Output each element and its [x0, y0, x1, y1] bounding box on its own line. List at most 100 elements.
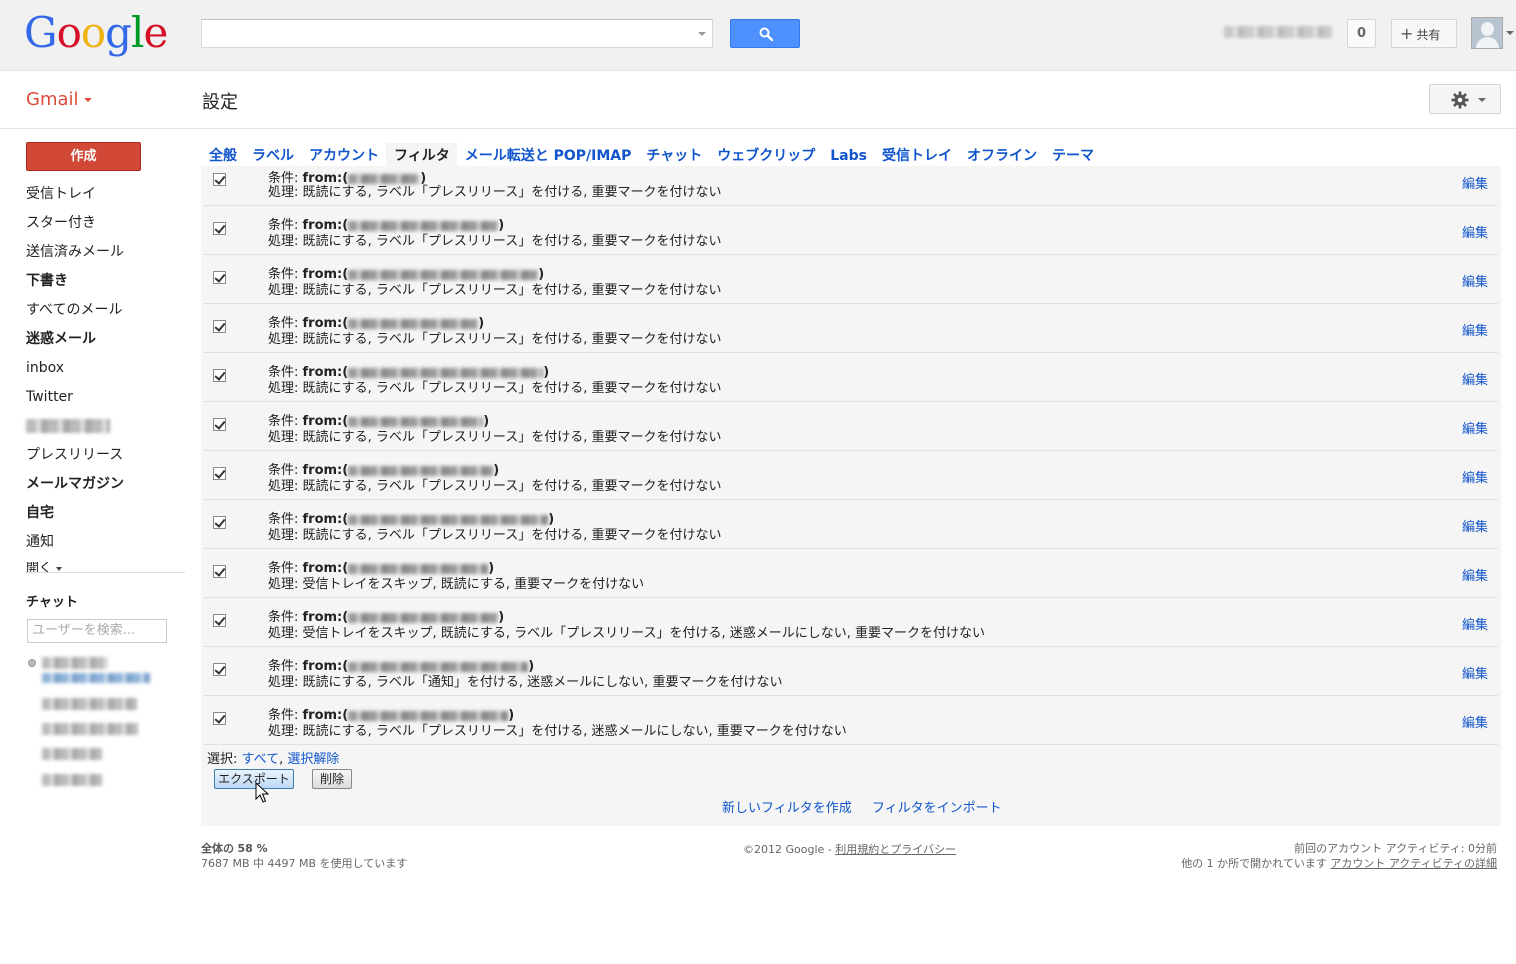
filter-checkbox[interactable] [213, 320, 226, 333]
chat-contact[interactable] [42, 657, 108, 669]
filter-checkbox[interactable] [213, 614, 226, 627]
edit-link[interactable]: 編集 [1462, 320, 1488, 339]
filter-checkbox[interactable] [213, 565, 226, 578]
sidebar-item[interactable]: 通知 [0, 528, 190, 557]
edit-link[interactable]: 編集 [1462, 516, 1488, 535]
filter-checkbox[interactable] [213, 467, 226, 480]
chat-contact[interactable] [42, 723, 138, 735]
chat-contact[interactable] [42, 748, 102, 760]
filter-checkbox[interactable] [213, 418, 226, 431]
search-icon [759, 27, 773, 41]
edit-link[interactable]: 編集 [1462, 614, 1488, 633]
sidebar-item[interactable]: 受信トレイ [0, 180, 190, 209]
search-input[interactable] [201, 19, 713, 48]
select-none-link[interactable]: 選択解除 [287, 752, 339, 767]
export-button[interactable]: エクスポート [214, 769, 294, 789]
edit-link[interactable]: 編集 [1462, 663, 1488, 682]
chat-search-input[interactable]: ユーザーを検索... [27, 619, 167, 643]
action-prefix: 処理: [268, 577, 303, 592]
filter-row: 条件: from:() 処理: 受信トレイをスキップ, 既読にする, 重要マークを… [204, 549, 1498, 598]
edit-link[interactable]: 編集 [1462, 369, 1488, 388]
filter-checkbox[interactable] [213, 369, 226, 382]
chat-contact[interactable] [42, 698, 137, 710]
action-prefix: 処理: [268, 234, 303, 249]
avatar-body [1476, 37, 1499, 48]
edit-link[interactable]: 編集 [1462, 418, 1488, 437]
edit-link[interactable]: 編集 [1462, 565, 1488, 584]
import-filter-link[interactable]: フィルタをインポート [872, 801, 1002, 816]
sidebar-item-label: すべてのメール [26, 302, 123, 318]
filter-action: 処理: 既読にする, ラベル「通知」を付ける, 迷惑メールにしない, 重要マーク… [268, 671, 782, 690]
activity-details-link[interactable]: アカウント アクティビティの詳細 [1330, 857, 1497, 870]
filter-action: 処理: 既読にする, ラベル「プレスリリース」を付ける, 重要マークを付けない [268, 328, 722, 347]
edit-link[interactable]: 編集 [1462, 271, 1488, 290]
sidebar-item[interactable]: メールマガジン [0, 470, 190, 499]
sidebar-item[interactable]: スター付き [0, 209, 190, 238]
sidebar-item[interactable]: 送信済みメール [0, 238, 190, 267]
filter-row: 条件: from:() 処理: 既読にする, ラベル「プレスリリース」を付ける, … [204, 304, 1498, 353]
filter-checkbox[interactable] [213, 516, 226, 529]
action-text: 受信トレイをスキップ, 既読にする, 重要マークを付けない [302, 577, 645, 592]
sidebar-nav: 受信トレイスター付き送信済みメール 下書きすべてのメール迷惑メール inbox Twi… [0, 180, 190, 557]
create-filter-link[interactable]: 新しいフィルタを作成 [722, 801, 852, 816]
terms-link[interactable]: 利用規約とプライバシー [835, 843, 956, 856]
search-options-caret-icon[interactable] [698, 32, 706, 36]
share-label: 共有 [1416, 28, 1441, 42]
user-name-redacted[interactable] [1224, 26, 1332, 38]
usage-label: 全体の [201, 842, 234, 855]
action-text: 既読にする, ラベル「プレスリリース」を付ける, 重要マークを付けない [302, 234, 722, 249]
filter-actions: 新しいフィルタを作成 フィルタをインポート [722, 797, 1018, 816]
filter-row: 条件: from:() 処理: 既読にする, ラベル「プレスリリース」を付ける, … [204, 451, 1498, 500]
edit-link[interactable]: 編集 [1462, 467, 1488, 486]
sidebar-item[interactable]: Twitter [0, 383, 190, 412]
gmail-menu[interactable]: Gmail [26, 89, 92, 110]
usage-percent: 58 % [237, 842, 268, 855]
action-prefix: 処理: [268, 185, 303, 200]
redacted-address [348, 318, 479, 329]
sidebar-item[interactable]: 自宅 [0, 499, 190, 528]
filter-action: 処理: 既読にする, ラベル「プレスリリース」を付ける, 重要マークを付けない [268, 377, 722, 396]
edit-link[interactable]: 編集 [1462, 712, 1488, 731]
action-prefix: 処理: [268, 626, 303, 641]
sidebar-item[interactable]: すべてのメール [0, 296, 190, 325]
filter-row: 条件: from:() 処理: 既読にする, ラベル「プレスリリース」を付ける, … [204, 402, 1498, 451]
edit-link[interactable]: 編集 [1462, 222, 1488, 241]
google-logo[interactable]: Google [24, 9, 168, 57]
tab[interactable]: Labs [822, 146, 874, 168]
edit-link[interactable]: 編集 [1462, 173, 1488, 192]
sidebar-item-label: スター付き [26, 215, 96, 231]
share-button[interactable]: + 共有 [1391, 19, 1457, 48]
filter-row: 条件: from:() 処理: 既読にする, ラベル「プレスリリース」を付ける, … [204, 353, 1498, 402]
action-text: 既読にする, ラベル「通知」を付ける, 迷惑メールにしない, 重要マークを付けな… [302, 675, 783, 690]
sidebar-item[interactable]: 下書き [0, 267, 190, 296]
settings-button[interactable] [1429, 84, 1501, 114]
sidebar-item[interactable]: 迷惑メール [0, 325, 190, 354]
compose-button[interactable]: 作成 [26, 142, 141, 171]
action-text: 受信トレイをスキップ, 既読にする, ラベル「プレスリリース」を付ける, 迷惑メ… [302, 626, 986, 641]
sidebar-item-label: 通知 [26, 534, 54, 550]
action-text: 既読にする, ラベル「プレスリリース」を付ける, 重要マークを付けない [302, 430, 722, 445]
redacted-address [348, 661, 529, 672]
account-caret-icon[interactable] [1506, 31, 1514, 35]
search-button[interactable] [730, 19, 800, 48]
chat-status-icon[interactable] [28, 659, 36, 667]
filter-action: 処理: 既読にする, ラベル「プレスリリース」を付ける, 重要マークを付けない [268, 181, 722, 200]
sidebar-item-label: 受信トレイ [26, 186, 96, 202]
filter-checkbox[interactable] [213, 173, 226, 186]
plus-icon: + [1400, 24, 1414, 43]
sidebar-item[interactable] [0, 412, 190, 441]
avatar[interactable] [1471, 17, 1503, 49]
select-label: 選択: [207, 752, 242, 767]
sidebar-item[interactable]: inbox [0, 354, 190, 383]
select-all-link[interactable]: すべて [242, 752, 280, 767]
notification-count[interactable]: 0 [1347, 19, 1376, 48]
sidebar-item[interactable]: プレスリリース [0, 441, 190, 470]
filter-checkbox[interactable] [213, 712, 226, 725]
filter-checkbox[interactable] [213, 222, 226, 235]
chevron-down-icon [56, 566, 63, 571]
redacted-address [348, 269, 539, 280]
delete-button[interactable]: 削除 [312, 769, 352, 789]
filter-checkbox[interactable] [213, 663, 226, 676]
filter-checkbox[interactable] [213, 271, 226, 284]
chat-contact[interactable] [42, 774, 102, 786]
